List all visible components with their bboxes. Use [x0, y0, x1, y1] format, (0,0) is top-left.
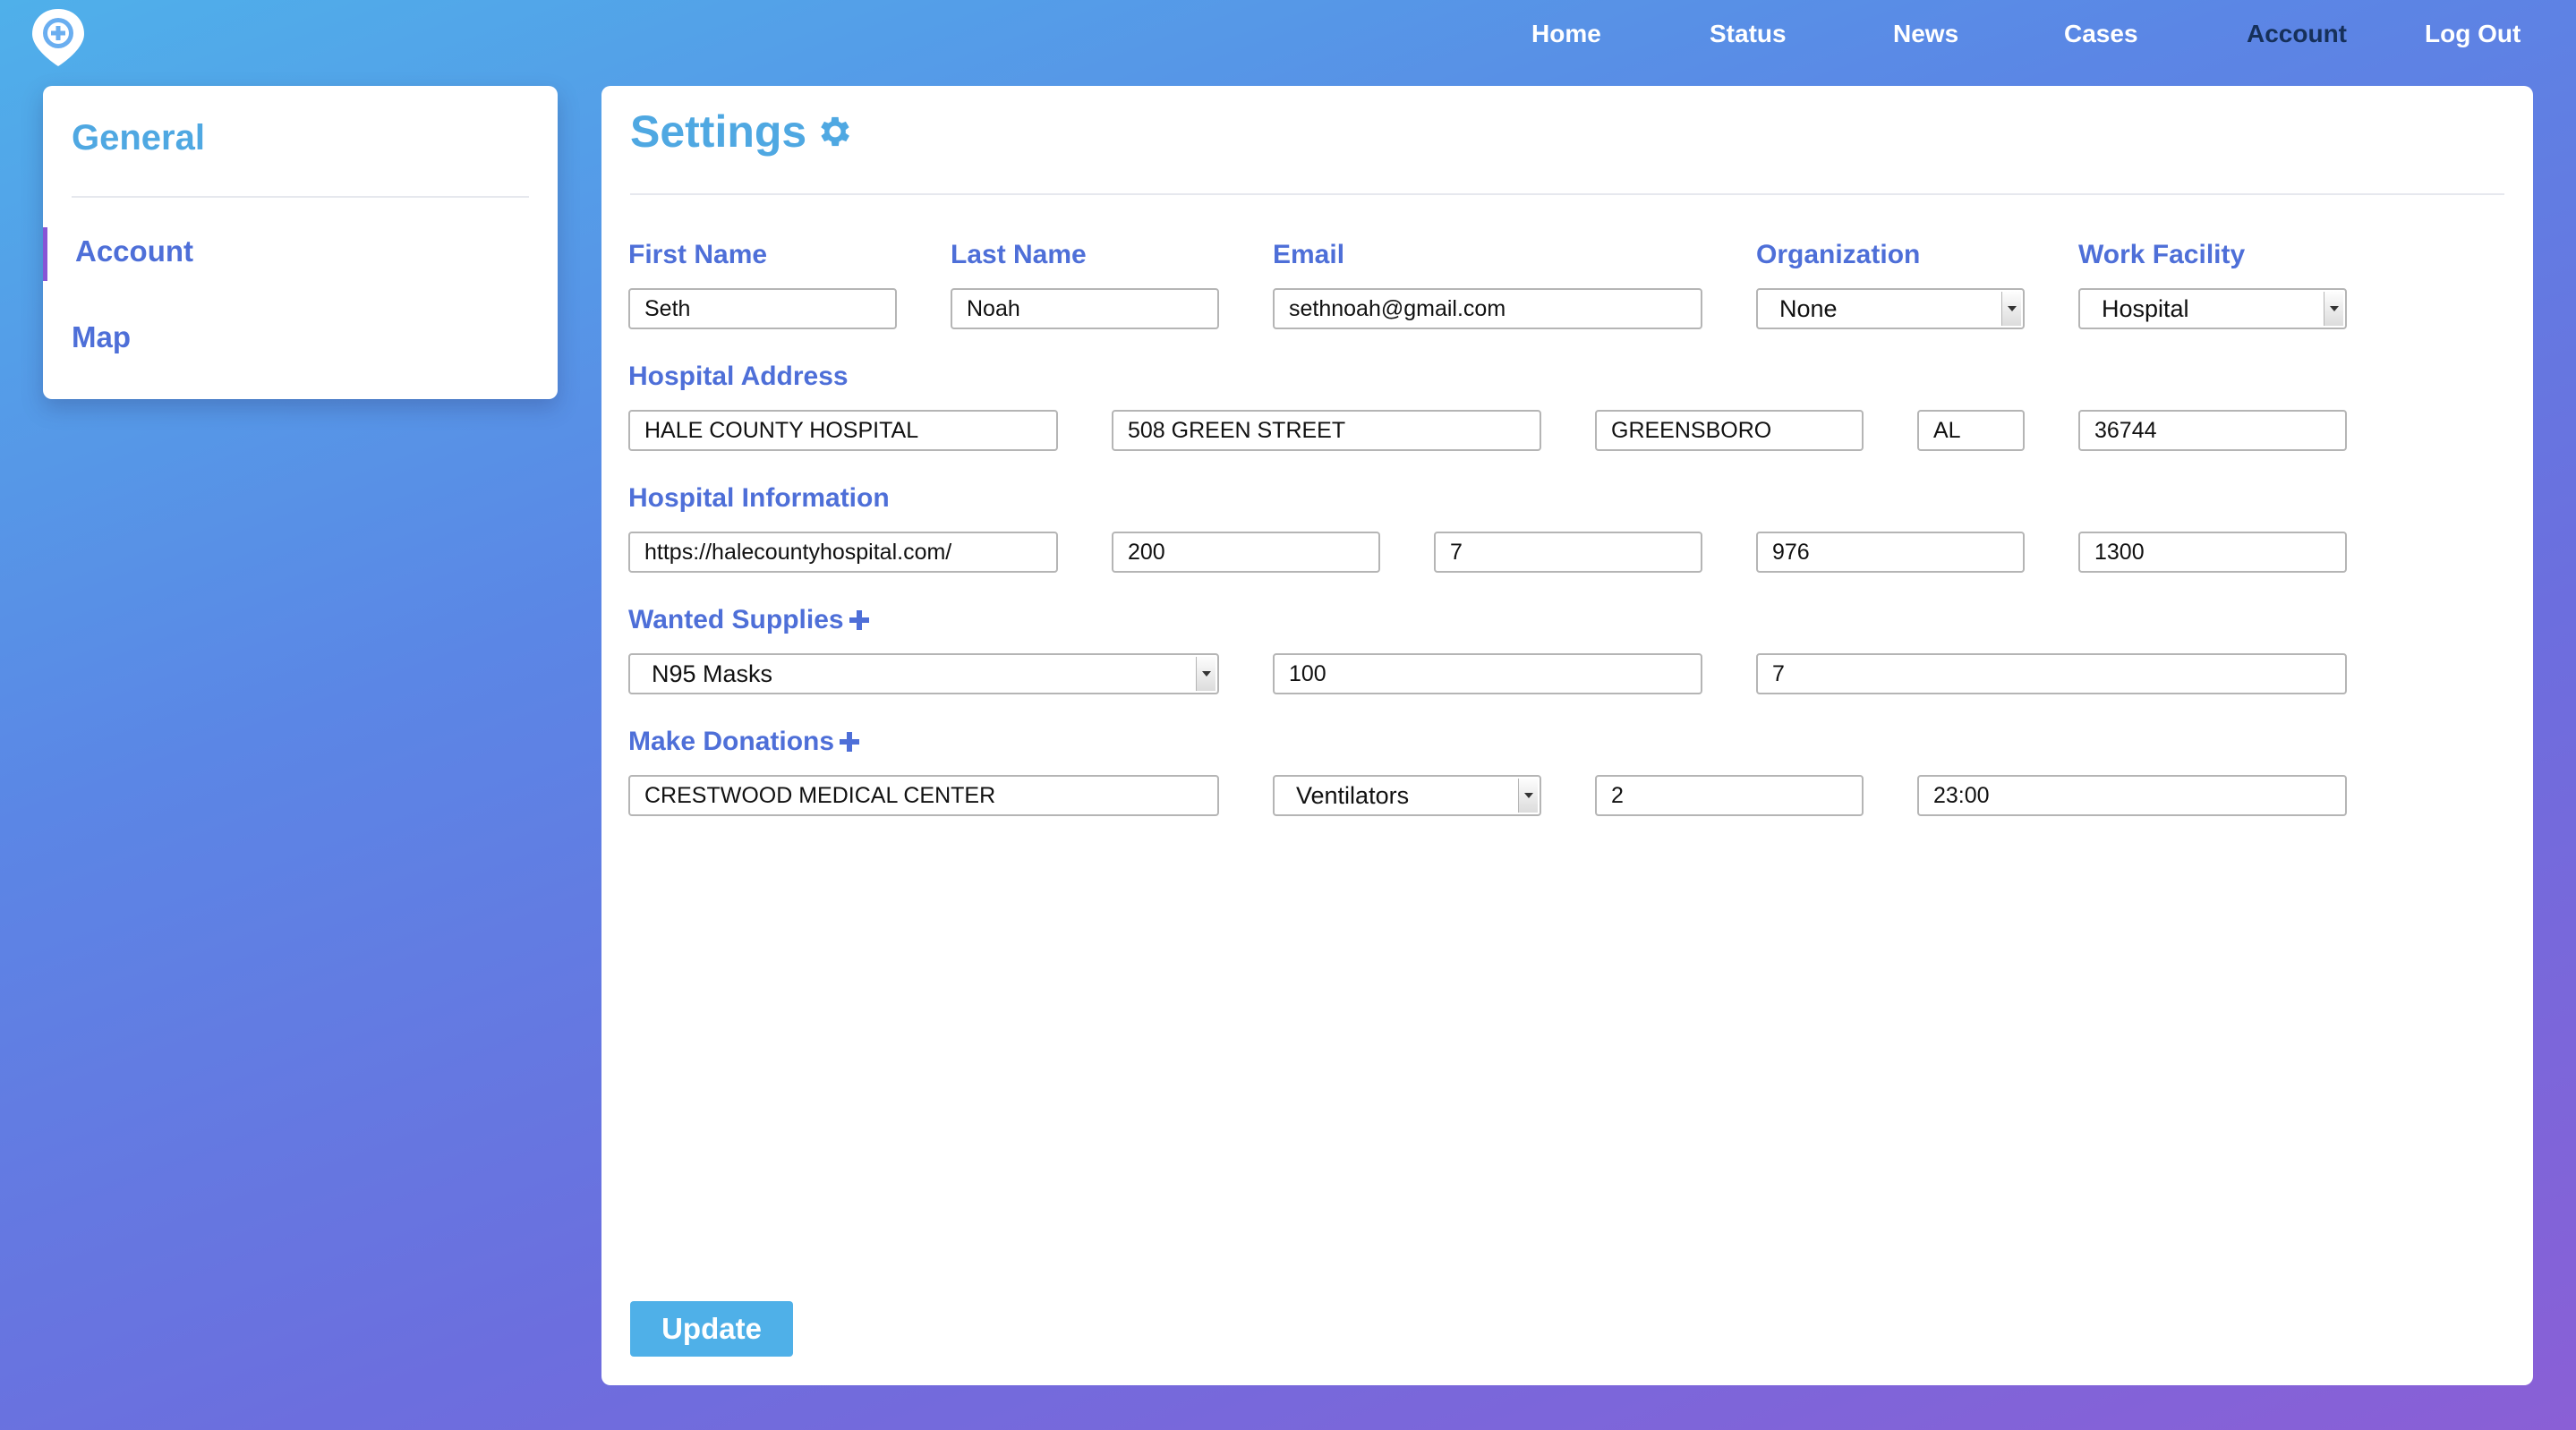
sidebar-item-account[interactable]: Account [75, 234, 193, 268]
supply-item-select[interactable]: N95 Masks [628, 653, 1219, 694]
supply-days-input[interactable] [1756, 653, 2347, 694]
wanted-supplies-label-text: Wanted Supplies [628, 605, 844, 634]
add-donation-plus-icon[interactable] [840, 732, 860, 752]
organization-label: Organization [1756, 240, 1921, 269]
nav-cases[interactable]: Cases [2064, 20, 2138, 48]
wanted-supplies-label: Wanted Supplies [628, 605, 869, 635]
chevron-down-icon [1518, 779, 1538, 813]
address-city-input[interactable] [1595, 410, 1864, 451]
nav-status[interactable]: Status [1710, 20, 1787, 48]
donation-item-select[interactable]: Ventilators [1273, 775, 1541, 816]
nav-account[interactable]: Account [2247, 20, 2347, 48]
email-label: Email [1273, 240, 1345, 269]
donation-item-select-value: Ventilators [1296, 781, 1410, 809]
info-input-1[interactable] [1112, 532, 1380, 573]
address-street-input[interactable] [1112, 410, 1541, 451]
chevron-down-icon [1196, 657, 1215, 691]
info-website-input[interactable] [628, 532, 1058, 573]
title-divider [630, 193, 2504, 195]
info-input-4[interactable] [2078, 532, 2347, 573]
chevron-down-icon [2324, 292, 2343, 326]
sidebar-title: General [72, 118, 205, 157]
supply-item-select-value: N95 Masks [652, 660, 773, 687]
work-facility-select-value: Hospital [2102, 294, 2189, 322]
make-donations-label-text: Make Donations [628, 727, 835, 756]
donation-recipient-input[interactable] [628, 775, 1219, 816]
sidebar: General Account Map [43, 86, 558, 399]
settings-panel: Settings First Name Last Name Email Orga… [601, 86, 2533, 1385]
last-name-input[interactable] [951, 288, 1219, 329]
make-donations-label: Make Donations [628, 727, 860, 757]
hospital-address-label: Hospital Address [628, 362, 849, 391]
organization-select-value: None [1779, 294, 1838, 322]
last-name-label: Last Name [951, 240, 1087, 269]
address-name-input[interactable] [628, 410, 1058, 451]
first-name-label: First Name [628, 240, 768, 269]
nav-log-out[interactable]: Log Out [2425, 20, 2521, 48]
hospital-information-label: Hospital Information [628, 483, 890, 513]
page-title: Settings [630, 106, 855, 157]
chevron-down-icon [2001, 292, 2021, 326]
donation-time-input[interactable] [1917, 775, 2347, 816]
work-facility-label: Work Facility [2078, 240, 2246, 269]
address-zip-input[interactable] [2078, 410, 2347, 451]
donation-quantity-input[interactable] [1595, 775, 1864, 816]
update-button[interactable]: Update [630, 1301, 793, 1357]
info-input-2[interactable] [1434, 532, 1702, 573]
supply-quantity-input[interactable] [1273, 653, 1702, 694]
nav-news[interactable]: News [1893, 20, 1958, 48]
email-input[interactable] [1273, 288, 1702, 329]
add-supply-plus-icon[interactable] [849, 610, 869, 630]
address-state-input[interactable] [1917, 410, 2025, 451]
nav-home[interactable]: Home [1531, 20, 1601, 48]
sidebar-item-map[interactable]: Map [72, 320, 131, 354]
top-nav: Home Status News Cases Account Log Out [0, 0, 2576, 72]
first-name-input[interactable] [628, 288, 897, 329]
logo-icon[interactable] [27, 5, 90, 68]
info-input-3[interactable] [1756, 532, 2025, 573]
gear-icon [821, 116, 850, 147]
work-facility-select[interactable]: Hospital [2078, 288, 2347, 329]
page-title-text: Settings [630, 106, 807, 157]
organization-select[interactable]: None [1756, 288, 2025, 329]
sidebar-active-indicator [43, 227, 47, 281]
sidebar-divider [72, 196, 529, 198]
